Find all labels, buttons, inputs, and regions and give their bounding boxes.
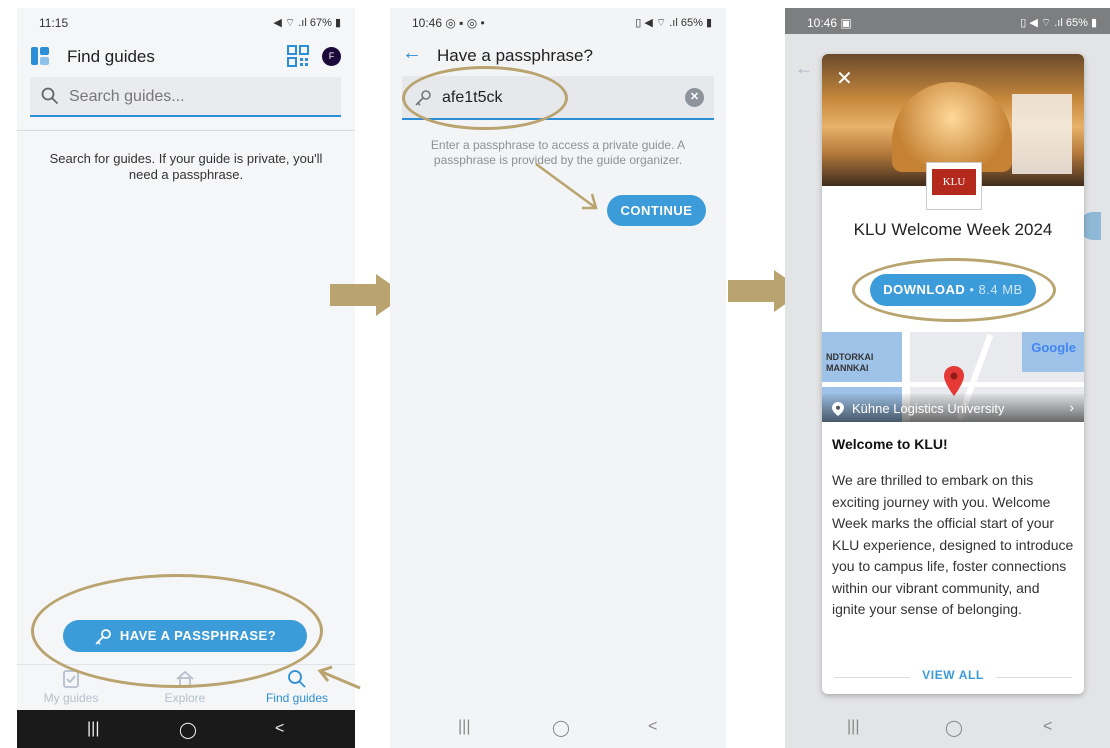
page-title: Have a passphrase? <box>437 46 593 65</box>
tab-label: Find guides <box>265 691 329 705</box>
clear-icon[interactable]: ✕ <box>685 88 704 107</box>
status-time: 10:46 ◎ ▪ ◎ • <box>412 16 485 30</box>
tab-label: My guides <box>43 691 99 705</box>
welcome-heading: Welcome to KLU! <box>832 436 948 452</box>
back-nav-icon[interactable]: < <box>648 718 657 736</box>
tab-label: Explore <box>164 691 206 705</box>
guide-description: We are thrilled to embark on this exciti… <box>832 472 1074 617</box>
avatar[interactable]: F <box>322 47 341 66</box>
status-icons: ◀ ⌔ .ıl 67% ▮ <box>273 17 341 29</box>
back-arrow-icon[interactable]: ← <box>402 42 422 65</box>
home-nav-icon[interactable]: ◯ <box>552 718 570 738</box>
recents-icon[interactable]: ||| <box>87 720 99 738</box>
close-icon[interactable]: ✕ <box>836 66 853 91</box>
location-bar[interactable]: Kühne Logistics University › <box>822 394 1084 422</box>
view-all-label: VIEW ALL <box>922 668 984 682</box>
status-bar: 11:15 ◀ ⌔ .ıl 67% ▮ <box>17 8 355 34</box>
search-placeholder: Search guides... <box>69 88 185 105</box>
system-nav-bar: ||| ◯ < <box>390 708 726 746</box>
annotation-pointer-arrow <box>317 665 361 690</box>
screen-guide-preview: 10:46 ▣ ▯ ◀ ⌔ .ıl 65% ▮ ← ✕ KLU KLU Welc… <box>785 8 1110 748</box>
page-title: Find guides <box>67 47 155 66</box>
recents-icon[interactable]: ||| <box>458 718 470 736</box>
back-arrow-icon: ← <box>795 58 813 78</box>
recents-icon[interactable]: ||| <box>847 718 859 736</box>
map-brand: Google <box>1031 340 1076 355</box>
divider <box>17 130 355 131</box>
back-nav-icon[interactable]: < <box>1043 718 1052 736</box>
continue-button[interactable]: CONTINUE <box>607 195 706 226</box>
annotation-ellipse <box>402 66 568 130</box>
guide-logo: KLU <box>926 162 982 210</box>
map-label: NDTORKAI <box>826 352 874 362</box>
search-input[interactable]: Search guides... <box>30 77 341 117</box>
annotation-ellipse <box>31 574 323 688</box>
map-label: MANNKAI <box>826 363 869 373</box>
status-bar: 10:46 ▣ ▯ ◀ ⌔ .ıl 65% ▮ <box>785 8 1110 34</box>
status-time: 10:46 ▣ <box>807 16 852 30</box>
system-nav-bar: ||| ◯ < <box>17 710 355 748</box>
search-icon <box>288 670 306 688</box>
home-nav-icon[interactable]: ◯ <box>945 718 963 738</box>
app-logo-icon <box>31 47 49 65</box>
chevron-right-icon: › <box>1069 399 1074 415</box>
annotation-pointer-arrow <box>535 162 598 210</box>
guide-title: KLU Welcome Week 2024 <box>853 220 1053 239</box>
location-pin-icon <box>832 402 844 416</box>
location-name: Kühne Logistics University <box>852 401 1005 416</box>
logo-text: KLU <box>932 169 976 195</box>
app-bar: Find guides F <box>17 36 355 76</box>
qr-code-icon[interactable] <box>287 45 309 67</box>
status-icons: ▯ ◀ ⌔ .ıl 65% ▮ <box>1020 17 1097 29</box>
status-time: 11:15 <box>39 16 69 30</box>
guide-preview-card: ✕ KLU KLU Welcome Week 2024 DOWNLOAD • 8… <box>822 54 1084 694</box>
status-bar: 10:46 ◎ ▪ ◎ • ▯ ◀ ⌔ .ıl 65% ▮ <box>390 8 726 34</box>
status-icons: ▯ ◀ ⌔ .ıl 65% ▮ <box>635 17 712 29</box>
map-pin-icon <box>944 366 964 396</box>
search-hint: Search for guides. If your guide is priv… <box>49 151 323 182</box>
back-nav-icon[interactable]: < <box>275 720 284 738</box>
view-all-link[interactable]: VIEW ALL <box>822 668 1084 688</box>
system-nav-bar: ||| ◯ < <box>785 708 1110 746</box>
search-icon <box>41 87 59 105</box>
home-nav-icon[interactable]: ◯ <box>179 720 197 740</box>
annotation-ellipse <box>852 258 1056 322</box>
